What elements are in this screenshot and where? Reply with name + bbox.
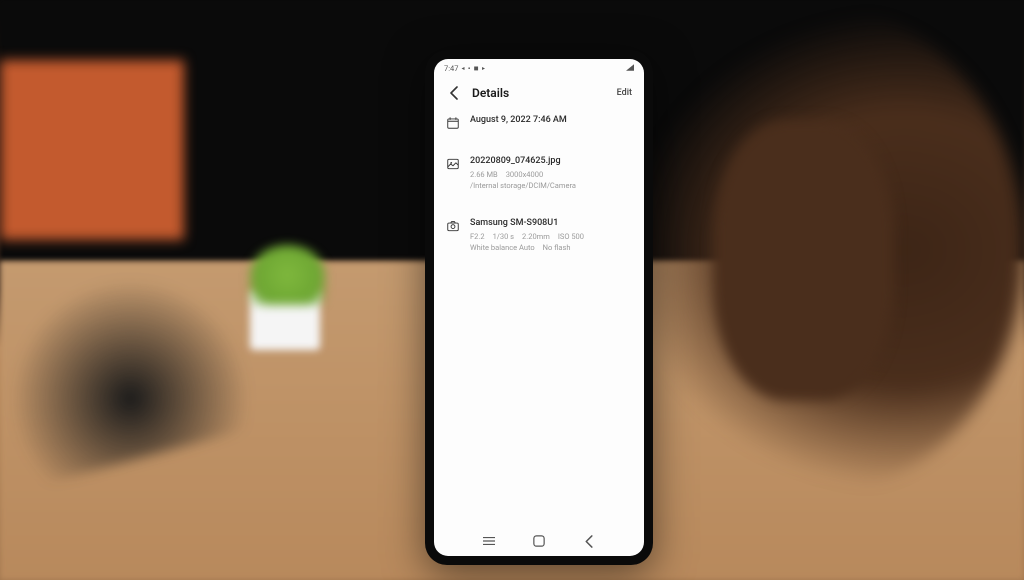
- navigation-bar: [434, 530, 644, 556]
- edit-button[interactable]: Edit: [617, 88, 632, 98]
- flash-value: No flash: [543, 243, 571, 252]
- camera-meta-line2: White balance Auto No flash: [470, 243, 632, 252]
- date-section: August 9, 2022 7:46 AM: [446, 115, 632, 130]
- calendar-icon: [446, 116, 460, 130]
- nav-back-button[interactable]: [582, 534, 596, 548]
- header: Details Edit: [434, 75, 644, 115]
- status-signal-icon: [626, 64, 634, 73]
- focal-value: 2.20mm: [522, 232, 550, 241]
- shutter-value: 1/30 s: [493, 232, 514, 241]
- status-time: 7:47: [444, 64, 458, 73]
- camera-device: Samsung SM-S908U1: [470, 218, 632, 228]
- iso-value: ISO 500: [558, 232, 584, 241]
- phone-screen: 7:47 ◂ ▪ ◼ ▸ Details Edit Augu: [434, 59, 644, 556]
- aperture-value: F2.2: [470, 232, 485, 241]
- file-path: /Internal storage/DCIM/Camera: [470, 181, 632, 190]
- date-time-text: August 9, 2022 7:46 AM: [470, 115, 632, 125]
- file-dimensions: 3000x4000: [506, 170, 543, 179]
- status-bar: 7:47 ◂ ▪ ◼ ▸: [434, 59, 644, 75]
- file-meta-line1: 2.66 MB 3000x4000: [470, 170, 632, 179]
- camera-meta-line1: F2.2 1/30 s 2.20mm ISO 500: [470, 232, 632, 241]
- back-button[interactable]: [446, 85, 462, 101]
- camera-section: Samsung SM-S908U1 F2.2 1/30 s 2.20mm ISO 50…: [446, 218, 632, 254]
- wb-value: White balance Auto: [470, 243, 535, 252]
- camera-icon: [446, 219, 460, 233]
- recent-apps-button[interactable]: [482, 534, 496, 548]
- page-title: Details: [472, 86, 617, 100]
- image-icon: [446, 157, 460, 171]
- file-size: 2.66 MB: [470, 170, 498, 179]
- home-button[interactable]: [532, 534, 546, 548]
- file-section: 20220809_074625.jpg 2.66 MB 3000x4000 /In…: [446, 156, 632, 192]
- phone-frame: 7:47 ◂ ▪ ◼ ▸ Details Edit Augu: [425, 50, 653, 565]
- status-notif-icons: ◂ ▪ ◼ ▸: [461, 65, 486, 72]
- filename-text: 20220809_074625.jpg: [470, 156, 632, 166]
